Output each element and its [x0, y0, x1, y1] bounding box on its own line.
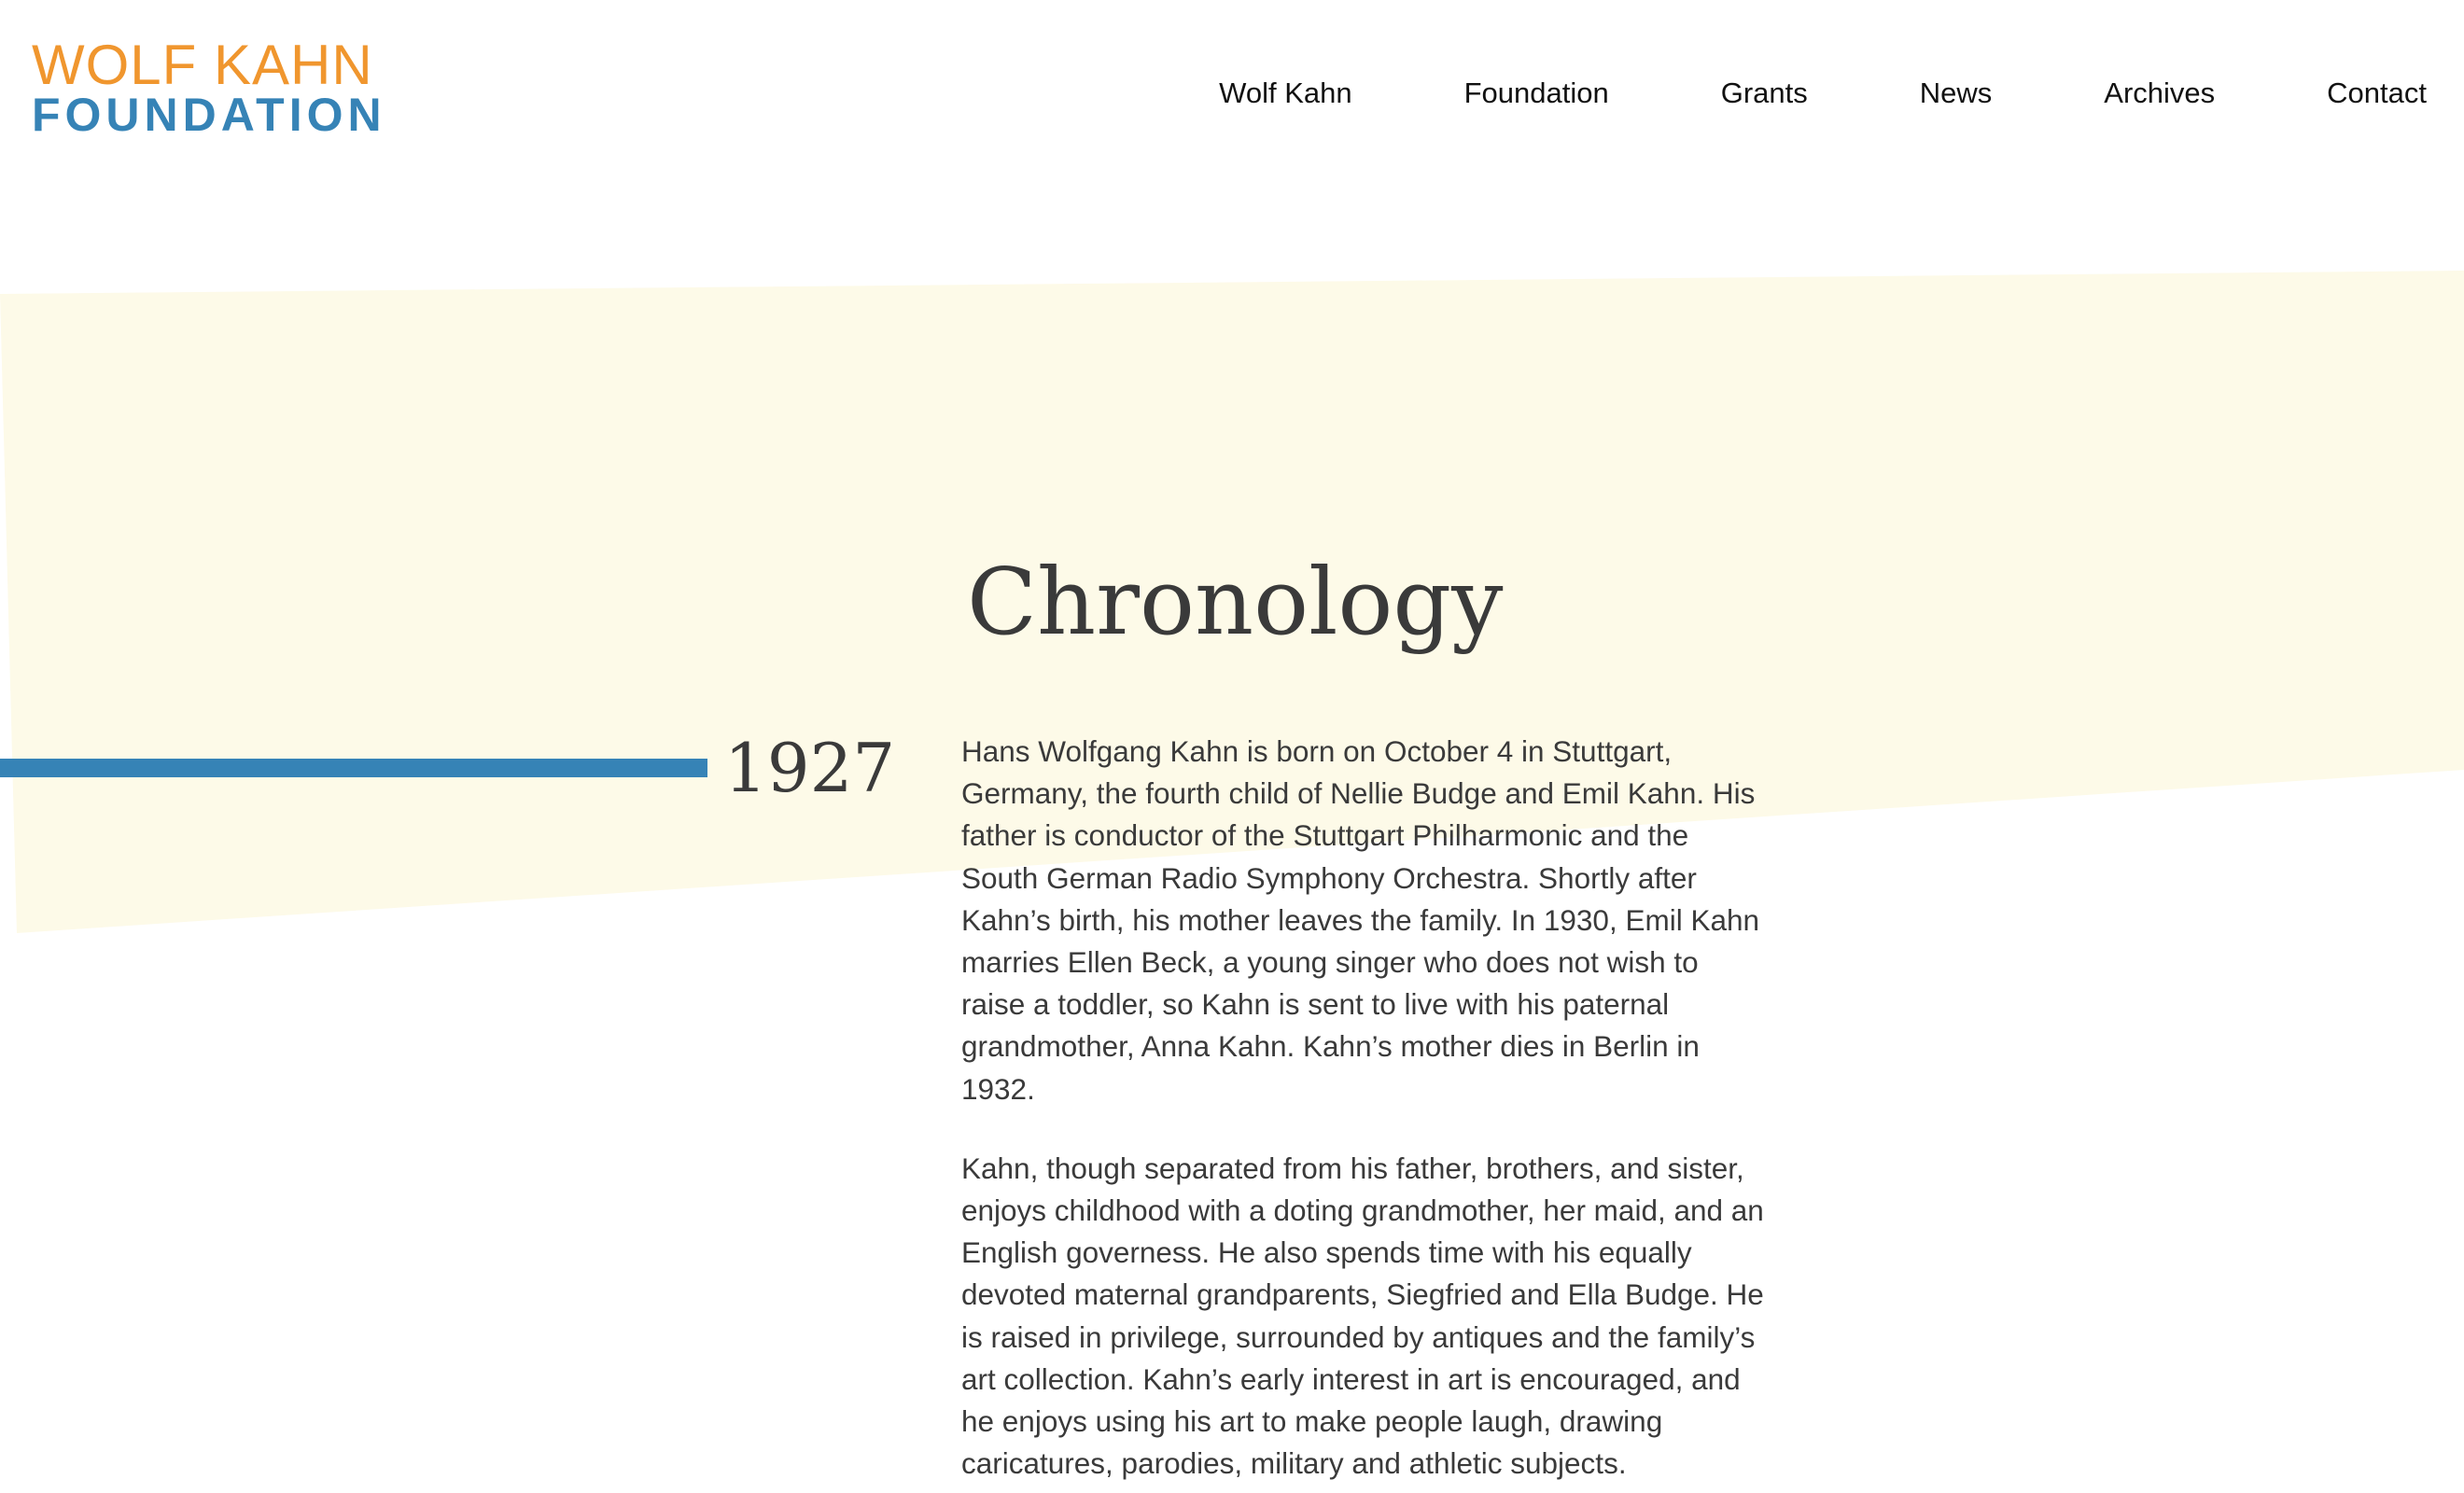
nav-item-news[interactable]: News	[1920, 77, 1993, 110]
logo-wordmark-bottom: FOUNDATION	[32, 89, 386, 141]
timeline-entry: Hans Wolfgang Kahn is born on October 4 …	[961, 731, 1764, 1493]
nav-item-grants[interactable]: Grants	[1721, 77, 1808, 110]
main-navigation: Wolf Kahn Foundation Grants News Archive…	[1219, 70, 2427, 117]
nav-item-contact[interactable]: Contact	[2327, 77, 2427, 110]
site-logo[interactable]: WOLF KAHN FOUNDATION	[32, 37, 424, 140]
entry-paragraph-2: Kahn, though separated from his father, …	[961, 1151, 1764, 1481]
nav-item-archives[interactable]: Archives	[2104, 77, 2215, 110]
nav-item-wolf-kahn[interactable]: Wolf Kahn	[1219, 77, 1351, 110]
nav-item-foundation[interactable]: Foundation	[1464, 77, 1609, 110]
page-title: Chronology	[967, 550, 1504, 656]
timeline-year: 1927	[724, 729, 896, 807]
entry-paragraph-1: Hans Wolfgang Kahn is born on October 4 …	[961, 734, 1760, 1106]
logo-wordmark-top: WOLF KAHN	[32, 34, 373, 96]
timeline-bar	[0, 759, 707, 777]
